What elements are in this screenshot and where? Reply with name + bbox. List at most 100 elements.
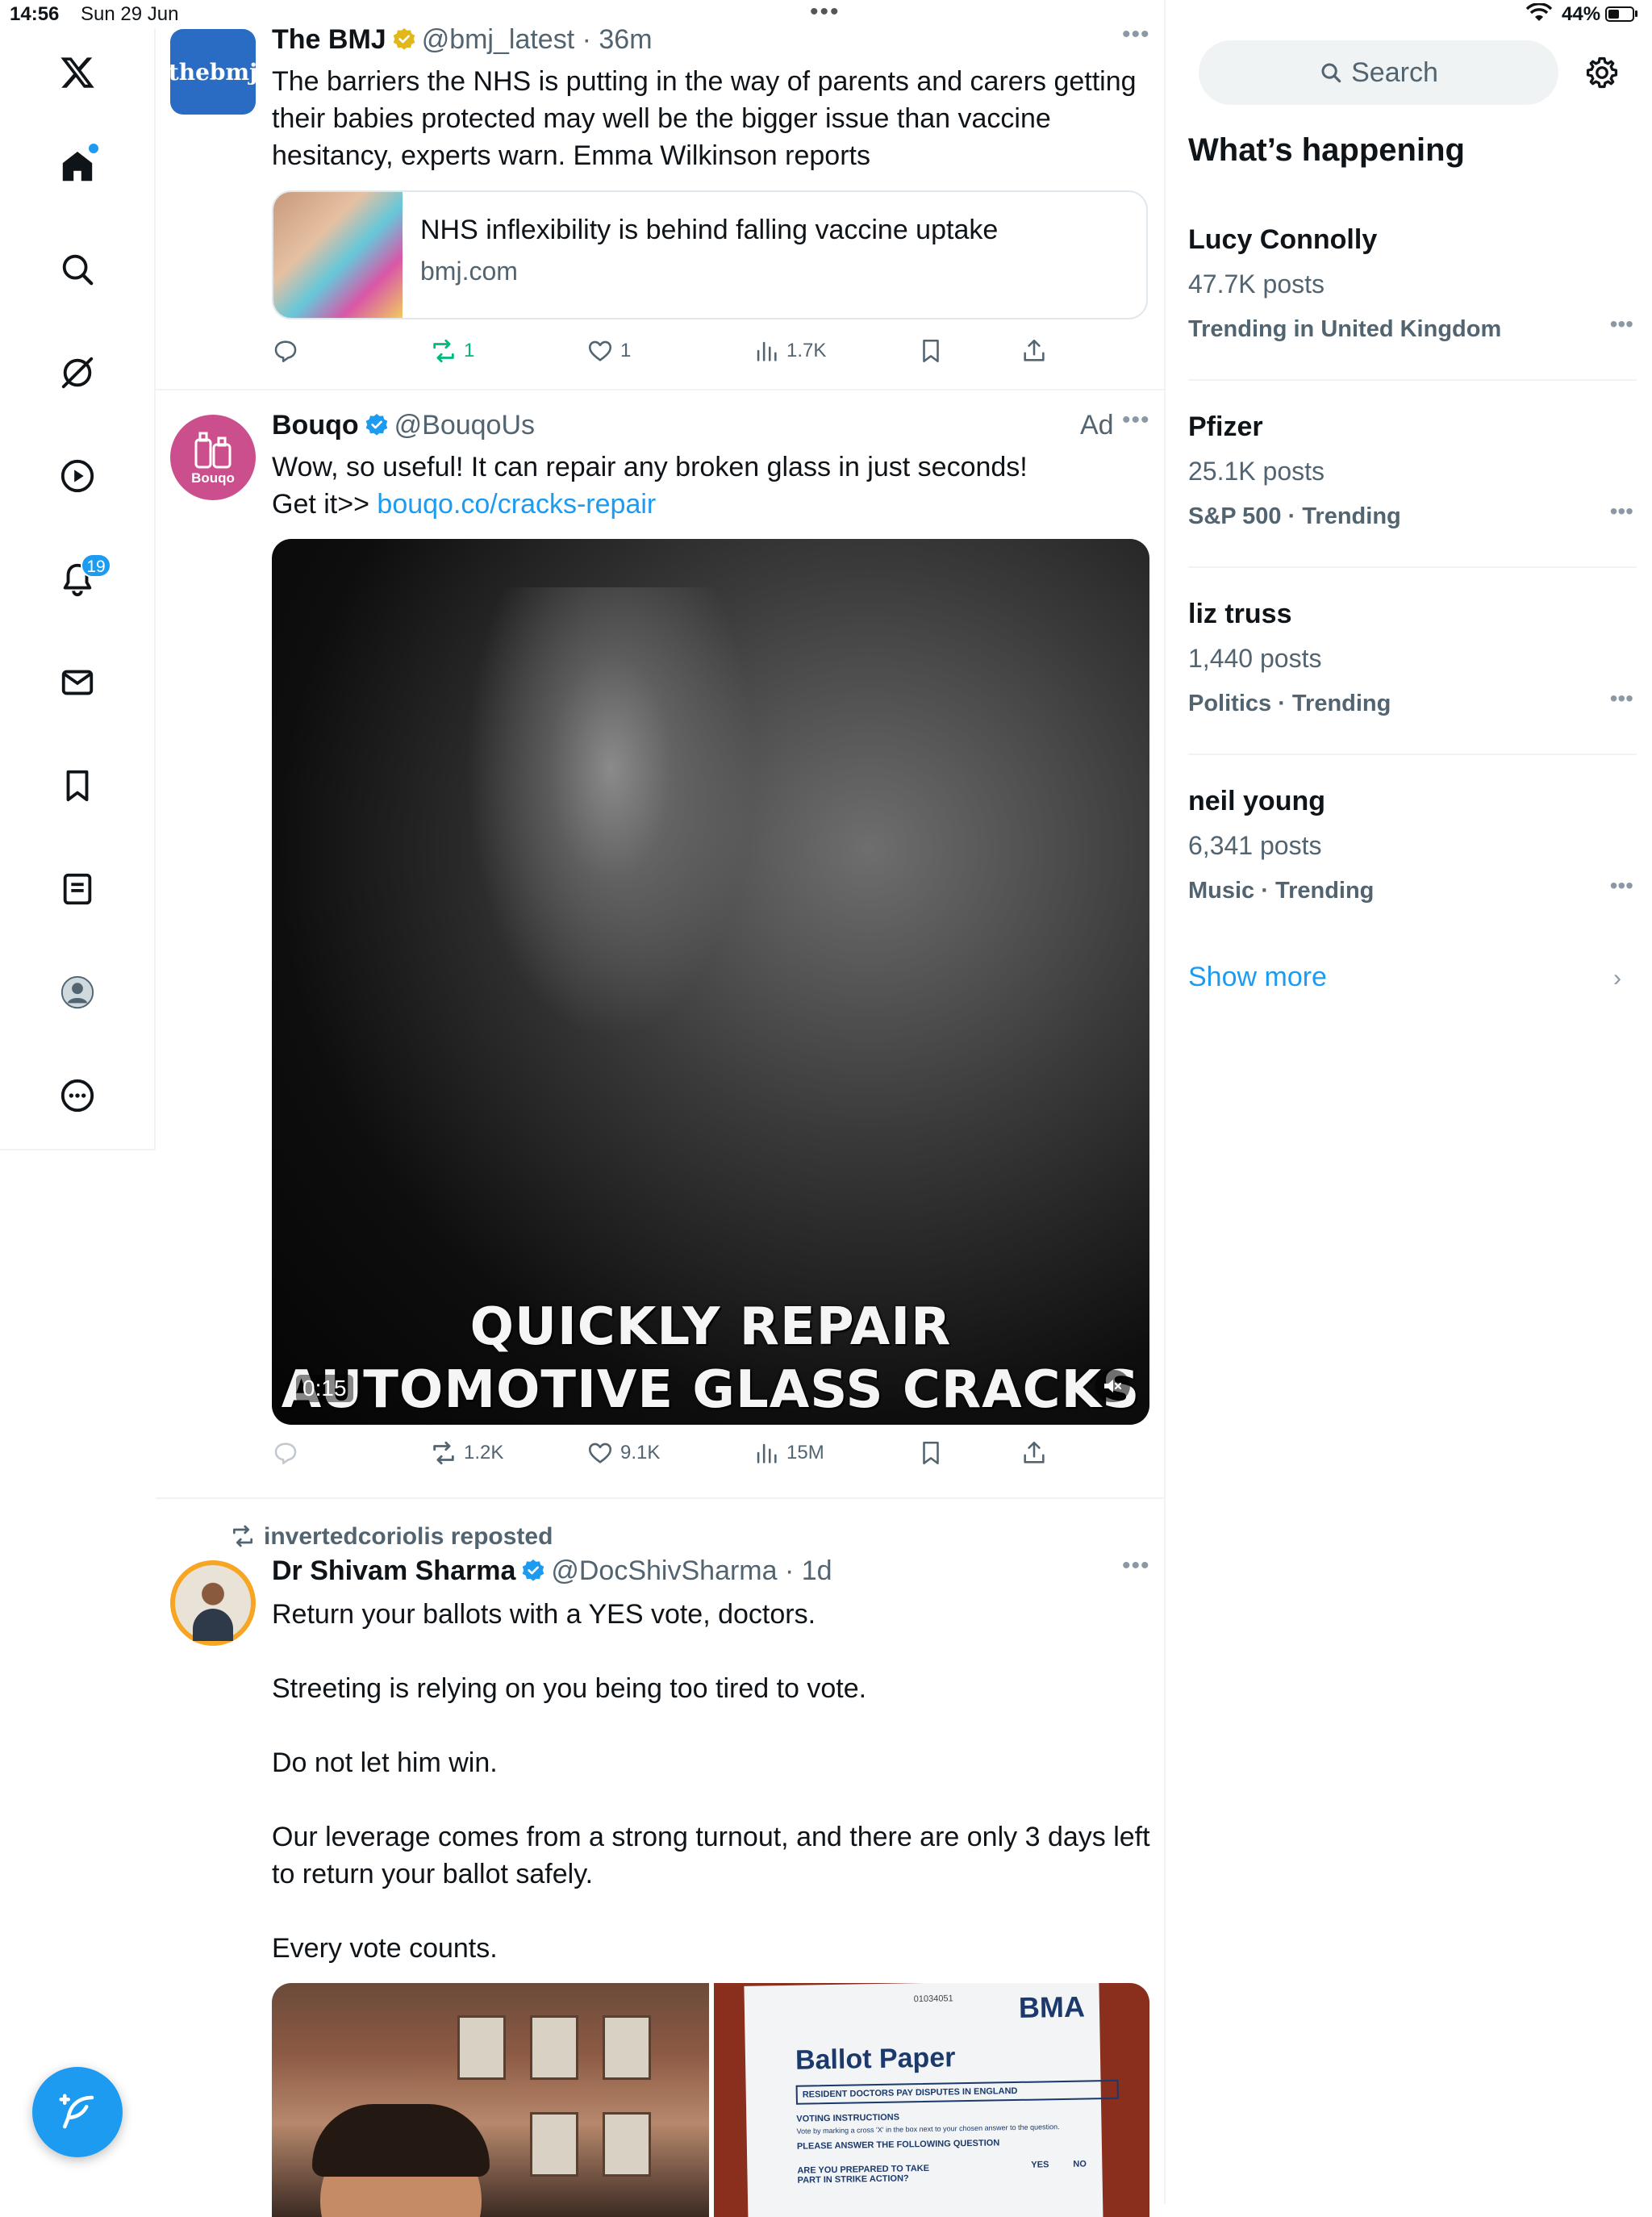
lists-icon[interactable] — [52, 863, 103, 915]
views-button[interactable]: 15M — [753, 1433, 824, 1473]
building-window — [603, 2015, 651, 2080]
repost-icon — [433, 339, 454, 363]
more-options-icon[interactable] — [52, 1070, 103, 1121]
messages-mail-icon[interactable] — [52, 657, 103, 708]
bouqo-bottles-icon — [194, 432, 232, 469]
grok-icon[interactable] — [52, 347, 103, 399]
tweet-text-line: Do not let him win. — [272, 1747, 498, 1778]
tweet-text: Wow, so useful! It can repair any broken… — [272, 449, 1028, 523]
tweet-text-line: hesitancy, experts warn. Emma Wilkinson … — [272, 140, 870, 171]
tweet-link[interactable]: bouqo.co/cracks-repair — [377, 489, 656, 520]
tweet-text-line: Return your ballots with a YES vote, doc… — [272, 1599, 816, 1630]
share-upload-icon — [1024, 339, 1045, 361]
promoted-video[interactable]: QUICKLY REPAIR AUTOMOTIVE GLASS CRACKS 0… — [272, 539, 1149, 1425]
battery-icon — [1605, 6, 1634, 22]
trend-post-count: 25.1K posts — [1188, 457, 1325, 486]
repost-button[interactable]: 1 — [430, 331, 474, 371]
bookmark-button[interactable] — [917, 1433, 945, 1473]
share-button[interactable] — [1020, 1433, 1048, 1473]
video-frame-highlight — [465, 587, 756, 1039]
building-window — [457, 2015, 506, 2080]
bmj-avatar[interactable]: thebmj — [170, 29, 256, 115]
profile-avatar-icon[interactable] — [52, 967, 103, 1018]
trend-item[interactable]: liz truss 1,440 posts Politics · Trendin… — [1188, 599, 1637, 787]
dot-separator: · — [777, 1555, 802, 1586]
trend-more-icon[interactable]: ••• — [1610, 686, 1633, 712]
trend-name: Lucy Connolly — [1188, 224, 1378, 255]
video-caption-line: AUTOMOTIVE GLASS CRACKS — [281, 1360, 1141, 1420]
bouqo-avatar[interactable]: Bouqo — [170, 415, 256, 500]
tweet-photo-ballot[interactable]: 01034051 BMA Ballot Paper RESIDENT DOCTO… — [714, 1983, 1149, 2217]
share-upload-icon — [1024, 1441, 1045, 1463]
tweet-more-icon[interactable]: ••• — [1122, 21, 1150, 48]
view-count: 15M — [786, 1442, 824, 1463]
verified-gold-badge-icon — [393, 28, 415, 50]
trend-context: S&P 500 · Trending — [1188, 503, 1401, 529]
ballot-yes-label: YES — [1031, 2160, 1049, 2170]
trend-item[interactable]: Pfizer 25.1K posts S&P 500 · Trending ••… — [1188, 411, 1637, 600]
views-button[interactable]: 1.7K — [753, 331, 826, 371]
tweet-text-line: The barriers the NHS is putting in the w… — [272, 66, 1137, 97]
building-window — [603, 2112, 651, 2177]
like-heart-icon — [588, 1443, 612, 1463]
tweet-more-icon[interactable]: ••• — [1122, 407, 1150, 434]
settings-gear-icon[interactable] — [1584, 55, 1620, 90]
explore-search-icon[interactable] — [52, 244, 103, 295]
author-handle[interactable]: @BouqoUs — [394, 410, 535, 440]
battery-tip — [1635, 10, 1637, 17]
author-name[interactable]: Bouqo — [272, 410, 359, 440]
trend-item[interactable]: Lucy Connolly 47.7K posts Trending in Un… — [1188, 224, 1637, 413]
timeline: thebmj The BMJ @bmj_latest · 36m ••• The … — [156, 0, 1166, 2217]
compose-feather-icon — [59, 2094, 94, 2129]
trend-more-icon[interactable]: ••• — [1610, 311, 1633, 337]
search-icon — [1321, 63, 1341, 83]
author-name[interactable]: The BMJ — [272, 24, 386, 55]
compose-post-button[interactable] — [32, 2067, 123, 2157]
author-name[interactable]: Dr Shivam Sharma — [272, 1555, 515, 1586]
video-mute-button[interactable] — [1095, 1370, 1130, 1402]
show-more-link[interactable]: Show more — [1188, 962, 1327, 993]
chevron-right-icon[interactable]: › — [1613, 965, 1621, 992]
like-button[interactable]: 1 — [586, 331, 631, 371]
trend-item[interactable]: neil young 6,341 posts Music · Trending … — [1188, 786, 1637, 975]
verified-blue-badge-icon — [365, 414, 387, 436]
search-input[interactable]: Search — [1199, 40, 1558, 105]
like-button[interactable]: 9.1K — [586, 1433, 660, 1473]
repost-context[interactable]: invertedcoriolis reposted — [230, 1523, 553, 1551]
tweet-divider — [156, 389, 1166, 390]
like-heart-icon — [588, 340, 612, 361]
video-play-icon[interactable] — [52, 450, 103, 502]
x-logo-icon[interactable] — [52, 47, 103, 98]
repost-button[interactable]: 1.2K — [430, 1433, 503, 1473]
tweet-photo-selfie[interactable] — [272, 1983, 709, 2217]
bookmark-button[interactable] — [917, 331, 945, 371]
ballot-please-answer: PLEASE ANSWER THE FOLLOWING QUESTION — [796, 2138, 1000, 2152]
notifications-bell-icon[interactable]: 19 — [52, 553, 111, 605]
tweet-text-line: Our leverage comes from a strong turnout… — [272, 1822, 1150, 1852]
tweet-text-line: Streeting is relying on you being too ti… — [272, 1673, 867, 1704]
ballot-title: Ballot Paper — [795, 2042, 956, 2076]
battery-percent: 44% — [1562, 3, 1601, 25]
post-time[interactable]: 36m — [599, 24, 652, 55]
trend-more-icon[interactable]: ••• — [1610, 873, 1633, 899]
post-time[interactable]: 1d — [802, 1555, 832, 1586]
author-handle[interactable]: @DocShivSharma — [551, 1555, 777, 1586]
reply-button[interactable] — [272, 1433, 306, 1473]
share-button[interactable] — [1020, 331, 1048, 371]
ballot-number: 01034051 — [913, 1994, 953, 2005]
shivam-avatar[interactable] — [170, 1560, 256, 1646]
tweet-text-line: to return your ballot safely. — [272, 1859, 594, 1889]
bookmarks-icon[interactable] — [52, 760, 103, 812]
tweet-header: The BMJ @bmj_latest · 36m — [272, 24, 653, 56]
trend-more-icon[interactable]: ••• — [1610, 499, 1633, 524]
trend-context: Music · Trending — [1188, 878, 1375, 904]
home-icon[interactable] — [52, 140, 103, 192]
trend-context: Trending in United Kingdom — [1188, 316, 1502, 342]
repost-icon — [433, 1441, 454, 1465]
tweet-more-icon[interactable]: ••• — [1122, 1552, 1150, 1580]
repost-count: 1.2K — [464, 1442, 504, 1463]
author-handle[interactable]: @bmj_latest — [422, 24, 574, 55]
reply-button[interactable] — [272, 331, 306, 371]
link-preview-card[interactable]: NHS inflexibility is behind falling vacc… — [272, 190, 1148, 319]
